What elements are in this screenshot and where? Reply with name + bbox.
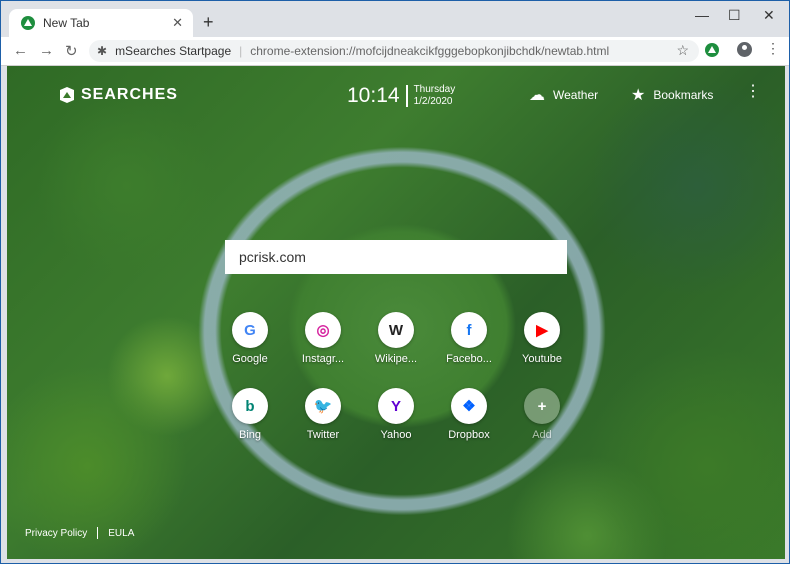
close-window-button[interactable]: ✕ (763, 7, 775, 24)
tile-icon-glyph: Y (390, 397, 401, 415)
tile-label: Google (232, 353, 268, 365)
tile-icon-glyph: ❖ (462, 398, 476, 415)
footer-divider (97, 527, 99, 539)
wikipe-icon: W (378, 312, 414, 348)
tile-icon-glyph: G (244, 321, 256, 339)
facebo-icon: f (451, 312, 487, 348)
msearches-logo: SEARCHES (59, 86, 178, 104)
clock-divider (405, 85, 408, 107)
tile-icon-glyph: ▶ (536, 322, 548, 339)
tile-twitter[interactable]: 🐦 Twitter (288, 388, 358, 441)
bookmarks-button[interactable]: ★ Bookmarks (631, 85, 713, 105)
account-icon[interactable] (737, 42, 752, 57)
tile-dropbox[interactable]: ❖ Dropbox (434, 388, 504, 441)
tile-label: Yahoo (380, 429, 412, 441)
forward-button[interactable]: → (39, 42, 54, 59)
tile-yahoo[interactable]: Y Yahoo (361, 388, 431, 441)
tile-label: Bing (238, 429, 262, 441)
reload-button[interactable]: ↻ (65, 42, 78, 60)
tile-icon-glyph: + (537, 397, 547, 415)
bookmark-star-icon[interactable]: ☆ (676, 42, 689, 59)
tile-icon-glyph: 🐦 (313, 398, 333, 415)
star-icon: ★ (631, 87, 646, 104)
clock-widget: 10:14 Thursday 1/2/2020 (347, 84, 455, 108)
tile-google[interactable]: G Google (215, 312, 285, 365)
yahoo-icon: Y (378, 388, 414, 424)
tile-add[interactable]: + Add (507, 388, 577, 441)
tile-instagr[interactable]: ◎ Instagr... (288, 312, 358, 365)
bookmarks-label: Bookmarks (653, 88, 714, 102)
new-tab-button[interactable]: + (203, 13, 214, 31)
minimize-button[interactable]: — (695, 7, 709, 23)
tile-icon-glyph: ◎ (316, 322, 330, 339)
tile-label: Dropbox (448, 429, 490, 441)
extension-puzzle-icon: ✱ (97, 44, 108, 58)
instagr-icon: ◎ (305, 312, 341, 348)
site-name: mSearches Startpage (115, 44, 232, 58)
url-text: chrome-extension://mofcijdneakcikfgggebo… (250, 44, 610, 58)
tile-icon-glyph: f (466, 321, 472, 339)
tile-label: Youtube (522, 353, 562, 365)
maximize-button[interactable]: ☐ (728, 7, 741, 24)
tile-label: Facebo... (446, 353, 492, 365)
dropbox-icon: ❖ (451, 388, 487, 424)
clock-date: 1/2/2020 (413, 96, 453, 107)
tile-label: Twitter (306, 429, 340, 441)
browser-menu-icon[interactable]: ⋮ (766, 41, 780, 55)
page-menu-icon[interactable]: ⋮ (745, 84, 761, 100)
tile-facebo[interactable]: f Facebo... (434, 312, 504, 365)
tile-youtube[interactable]: ▶ Youtube (507, 312, 577, 365)
tile-wikipe[interactable]: W Wikipe... (361, 312, 431, 365)
clock-weekday: Thursday (413, 84, 456, 95)
address-bar[interactable]: ✱ mSearches Startpage | chrome-extension… (89, 40, 699, 62)
msearches-extension-icon[interactable] (705, 43, 719, 57)
tab-strip: New Tab ✕ + — ☐ ✕ (1, 1, 789, 37)
tile-label: Add (532, 429, 552, 441)
omnibox-separator: | (239, 44, 243, 58)
browser-window: New Tab ✕ + — ☐ ✕ ← → ↻ ✱ mSearches Star… (0, 0, 790, 564)
privacy-policy-link[interactable]: Privacy Policy (25, 528, 87, 539)
tile-bing[interactable]: b Bing (215, 388, 285, 441)
footer: Privacy Policy EULA (25, 527, 134, 539)
cloud-icon: ☁ (529, 87, 545, 104)
twitter-icon: 🐦 (305, 388, 341, 424)
tab-title: New Tab (43, 16, 90, 30)
weather-button[interactable]: ☁ Weather (529, 85, 598, 105)
browser-toolbar: ← → ↻ ✱ mSearches Startpage | chrome-ext… (1, 37, 789, 66)
google-icon: G (232, 312, 268, 348)
add-icon: + (524, 388, 560, 424)
search-input[interactable] (225, 240, 567, 274)
tab-new-tab[interactable]: New Tab ✕ (9, 9, 193, 37)
weather-label: Weather (553, 88, 599, 102)
back-button[interactable]: ← (13, 42, 28, 59)
msearches-favicon-icon (21, 16, 35, 30)
logo-mark-icon (60, 87, 74, 103)
tile-icon-glyph: W (388, 321, 404, 339)
tab-close-icon[interactable]: ✕ (172, 15, 183, 31)
logo-text: SEARCHES (81, 86, 178, 103)
clock-time: 10:14 (347, 84, 400, 107)
tile-icon-glyph: b (245, 397, 255, 415)
youtube-icon: ▶ (524, 312, 560, 348)
new-tab-page: SEARCHES 10:14 Thursday 1/2/2020 ☁ Weath… (7, 66, 785, 559)
bing-icon: b (232, 388, 268, 424)
eula-link[interactable]: EULA (108, 528, 134, 539)
tile-label: Wikipe... (374, 353, 418, 365)
tile-label: Instagr... (301, 353, 345, 365)
